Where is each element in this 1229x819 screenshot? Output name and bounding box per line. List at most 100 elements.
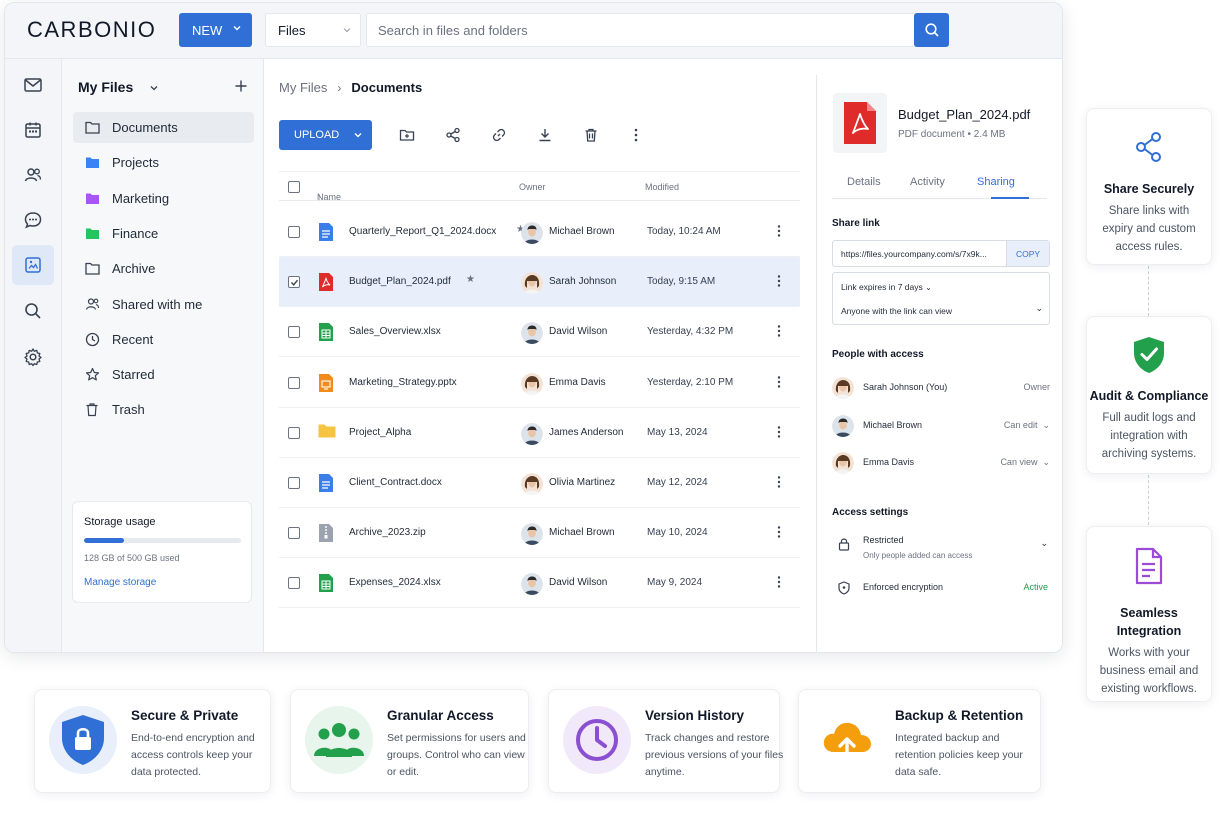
sidebar-item-finance[interactable]: Finance [73,218,254,249]
file-name[interactable]: Quarterly_Report_Q1_2024.docx [349,226,496,237]
download-icon [539,129,551,142]
storage-bar-fill [84,538,125,543]
more-vertical-icon[interactable] [773,575,785,592]
table-row[interactable]: Budget_Plan_2024.pdf ★ Sarah Johnson Today,… [279,257,800,308]
download-button[interactable] [537,127,553,143]
tab-activity[interactable]: Activity [910,176,945,188]
sidebar-item-recent[interactable]: Recent [73,324,254,355]
row-checkbox[interactable] [288,426,300,439]
rail-contacts[interactable] [12,155,54,195]
rail-settings[interactable] [12,337,54,377]
file-name[interactable]: Project_Alpha [349,427,411,438]
permission-select[interactable]: Can view ⌄ [1000,457,1050,468]
star-icon [84,367,100,383]
more-vertical-icon[interactable] [773,525,785,542]
row-checkbox[interactable] [288,226,300,238]
rail-search[interactable] [12,291,54,331]
share-link-field[interactable]: https://files.yourcompany.com/s/7x9k... … [832,240,1050,267]
pdf-file-icon [318,272,334,292]
more-vertical-icon[interactable] [773,274,785,291]
more-vertical-icon[interactable] [773,224,785,241]
file-name[interactable]: Sales_Overview.xlsx [349,326,441,337]
row-checkbox[interactable] [288,477,300,489]
file-name[interactable]: Marketing_Strategy.pptx [349,377,457,388]
column-modified[interactable]: Modified [645,182,679,192]
table-row[interactable]: Sales_Overview.xlsx David Wilson Yesterday… [279,307,800,358]
storage-bar [84,538,241,543]
file-owner: Michael Brown [549,226,615,237]
add-icon[interactable] [234,79,248,93]
permission-select[interactable]: Can edit ⌄ [1004,420,1050,431]
table-row[interactable]: Archive_2023.zip Michael Brown May 10, 202… [279,508,800,559]
more-vertical-icon[interactable] [773,324,785,341]
chevron-down-icon[interactable] [149,83,159,93]
search-button[interactable] [914,13,949,47]
share-button[interactable] [445,127,461,143]
rail-chat[interactable] [12,200,54,240]
sidebar-item-documents[interactable]: Documents [73,112,254,143]
row-checkbox[interactable] [288,276,300,289]
more-vertical-icon [634,128,638,142]
table-row[interactable]: Project_Alpha James Anderson May 13, 2024 [279,408,800,458]
upload-button[interactable]: UPLOAD [279,120,372,150]
sidebar-item-starred[interactable]: Starred [73,359,254,390]
more-vertical-icon[interactable] [773,375,785,392]
select-all-checkbox[interactable] [288,181,300,193]
feature-title: Secure & Private [131,708,239,723]
sidebar-item-projects[interactable]: Projects [73,147,254,178]
more-vertical-icon[interactable] [773,425,785,442]
link-visibility-select[interactable]: Anyone with the link can view ⌄ [841,303,1043,316]
sidebar-item-trash[interactable]: Trash [73,394,254,425]
rail-mail[interactable] [12,65,54,105]
row-checkbox[interactable] [288,326,300,339]
file-name[interactable]: Client_Contract.docx [349,477,442,488]
copy-link-button[interactable] [491,127,507,143]
chevron-down-icon: ⌄ [925,283,932,292]
table-row[interactable]: Expenses_2024.xlsx David Wilson May 9, 202… [279,558,800,609]
sidebar-item-marketing[interactable]: Marketing [73,183,254,214]
file-name[interactable]: Budget_Plan_2024.pdf [349,276,451,287]
feature-desc: Set permissions for users and groups. Co… [387,732,526,778]
breadcrumb-root[interactable]: My Files [279,80,327,95]
avatar [521,222,543,244]
folder-purple-icon [84,190,100,206]
star-icon[interactable]: ★ [466,274,475,285]
row-checkbox[interactable] [288,577,300,590]
more-actions-button[interactable] [628,127,644,143]
feature-title: Seamless Integration [1116,606,1182,638]
table-row[interactable]: Marketing_Strategy.pptx Emma Davis Yesterd… [279,358,800,408]
feature-icon-wrap [563,706,631,774]
file-name[interactable]: Expenses_2024.xlsx [349,577,441,588]
new-folder-button[interactable] [399,127,415,143]
more-vertical-icon[interactable] [773,475,785,492]
manage-storage-link[interactable]: Manage storage [84,577,240,588]
document-icon [1135,547,1163,585]
trash-icon [585,128,597,142]
sidebar-item-archive[interactable]: Archive [73,253,254,284]
file-modified: May 10, 2024 [647,527,708,539]
row-checkbox[interactable] [288,376,300,389]
link-expiry-select[interactable]: Link expires in 7 days ⌄ [841,282,932,292]
file-name[interactable]: Archive_2023.zip [349,527,426,538]
search-input[interactable]: Search in files and folders [366,13,916,47]
row-checkbox[interactable] [288,527,300,540]
search-scope-select[interactable]: Files [265,13,361,47]
table-row[interactable]: Quarterly_Report_Q1_2024.docx ★ Michael Br… [279,207,800,257]
copy-link-button[interactable]: COPY [1006,241,1049,266]
link-visibility-value: Anyone with the link can view [841,306,953,316]
rail-calendar[interactable] [12,110,54,150]
tab-sharing[interactable]: Sharing [977,176,1015,188]
sidebar-item-shared-with-me[interactable]: Shared with me [73,289,254,320]
delete-button[interactable] [583,127,599,143]
rail-files[interactable] [12,245,54,285]
table-row[interactable]: Client_Contract.docx Olivia Martinez May 1… [279,458,800,508]
new-button[interactable]: NEW [179,13,252,47]
sidebar-title[interactable]: My Files [78,79,133,95]
avatar [832,414,854,437]
sidebar-item-label: Finance [112,225,159,241]
person-row: Sarah Johnson (You) Owner [832,375,1050,401]
restricted-setting[interactable]: Restricted Only people added can access … [832,534,1050,566]
column-owner[interactable]: Owner [519,182,546,192]
top-bar: CARBONIO NEW Files Search in files and f… [5,3,1062,59]
tab-details[interactable]: Details [847,176,881,188]
